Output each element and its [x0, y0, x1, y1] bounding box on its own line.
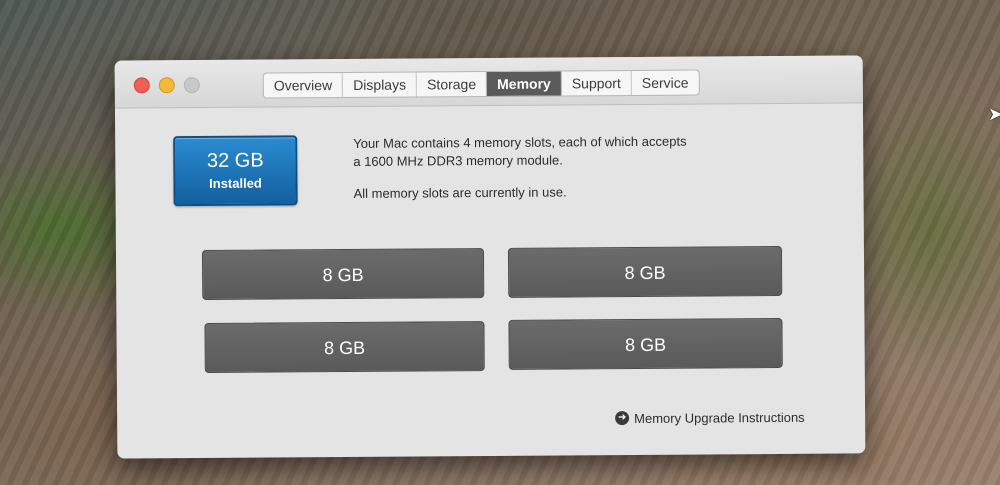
installed-memory-label: Installed — [209, 175, 262, 191]
tab-support[interactable]: Support — [561, 71, 632, 96]
mouse-cursor-icon: ➤ — [988, 104, 1000, 124]
tab-storage[interactable]: Storage — [416, 72, 488, 97]
tab-bar: Overview Displays Storage Memory Support… — [262, 69, 700, 99]
arrow-right-circle-icon: ➜ — [615, 411, 630, 426]
minimize-icon[interactable] — [158, 77, 175, 94]
tab-memory[interactable]: Memory — [487, 71, 562, 97]
memory-slots-status: All memory slots are currently in use. — [353, 184, 567, 201]
close-icon[interactable] — [133, 77, 150, 94]
tab-service[interactable]: Service — [632, 71, 699, 95]
memory-slot-3: 8 GB — [204, 321, 485, 373]
memory-upgrade-instructions-link[interactable]: ➜ Memory Upgrade Instructions — [615, 408, 805, 427]
tab-overview[interactable]: Overview — [263, 73, 344, 98]
tab-displays[interactable]: Displays — [343, 72, 418, 98]
installed-memory-size: 32 GB — [206, 149, 264, 172]
memory-slot-4: 8 GB — [508, 317, 783, 370]
memory-description-line-2: a 1600 MHz DDR3 memory module. — [353, 152, 563, 169]
memory-slot-1: 8 GB — [201, 248, 485, 301]
about-this-mac-window: Overview Displays Storage Memory Support… — [114, 55, 866, 459]
memory-slot-2: 8 GB — [507, 245, 783, 298]
memory-upgrade-instructions-label: Memory Upgrade Instructions — [634, 409, 805, 426]
installed-memory-badge: 32 GB Installed — [173, 135, 298, 207]
memory-description: Your Mac contains 4 memory slots, each o… — [353, 132, 793, 203]
zoom-icon[interactable] — [183, 77, 200, 94]
title-bar: Overview Displays Storage Memory Support… — [114, 55, 863, 109]
